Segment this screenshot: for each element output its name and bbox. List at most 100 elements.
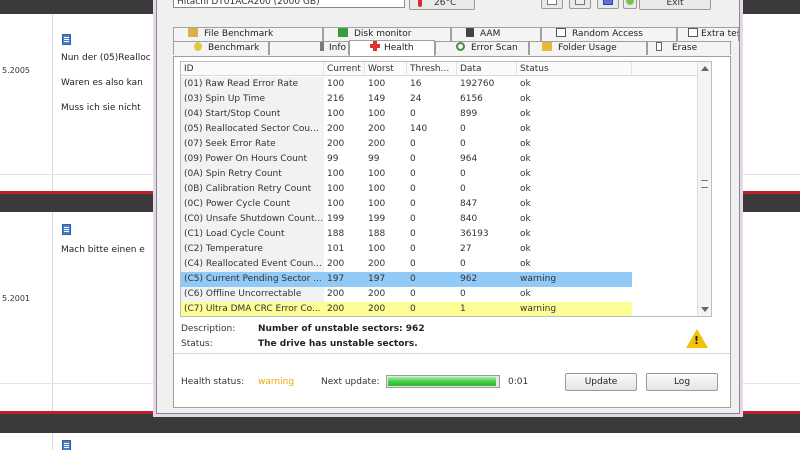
column-header-status[interactable]: Status	[517, 62, 632, 76]
cell-status: ok	[520, 199, 531, 209]
cell-current: 188	[327, 229, 345, 239]
table-row[interactable]: (0C) Power Cycle Count 100 100 0 847 ok	[181, 197, 711, 212]
tab-random-access[interactable]: Random Access	[541, 27, 677, 41]
cell-status: ok	[520, 109, 531, 119]
cell-data: 964	[460, 154, 478, 164]
table-row[interactable]: (C0) Unsafe Shutdown Count... 199 199 0 840 o…	[181, 212, 711, 227]
table-row[interactable]: (C4) Reallocated Event Coun... 200 200 0 0 ok	[181, 257, 711, 272]
tab-benchmark[interactable]: Benchmark	[173, 41, 269, 55]
scroll-up-icon[interactable]	[701, 66, 709, 71]
description-label: Description:	[181, 324, 236, 334]
cell-data: 840	[460, 214, 478, 224]
table-row[interactable]: (0B) Calibration Retry Count 100 100 0 0 ok	[181, 182, 711, 197]
table-row[interactable]: (05) Reallocated Sector Cou... 200 200 140 0…	[181, 122, 711, 137]
magnifier-icon	[456, 42, 465, 51]
table-row[interactable]: (C7) Ultra DMA CRC Error Co... 200 200 0 1 wa…	[181, 302, 711, 316]
tab-extra-tests[interactable]: Extra tests	[677, 27, 739, 41]
column-header-current[interactable]: Current	[324, 62, 365, 76]
tab-disk-monitor[interactable]: Disk monitor	[323, 27, 451, 41]
update-button[interactable]: Update	[565, 373, 637, 391]
cell-current: 101	[327, 244, 345, 254]
cell-worst: 100	[368, 199, 386, 209]
options-button[interactable]	[623, 0, 637, 9]
tab-row-bottom: Benchmark Info Health Error Scan Folder …	[173, 40, 731, 56]
table-row[interactable]: (09) Power On Hours Count 99 99 0 964 ok	[181, 152, 711, 167]
cell-data: 0	[460, 259, 466, 269]
column-header-data[interactable]: Data	[457, 62, 517, 76]
tab-folder-usage[interactable]: Folder Usage	[529, 41, 647, 55]
table-row[interactable]: (0A) Spin Retry Count 100 100 0 0 ok	[181, 167, 711, 182]
scroll-thumb[interactable]	[701, 180, 708, 188]
cell-current: 200	[327, 289, 345, 299]
tab-label: Benchmark	[208, 43, 260, 53]
column-header-threshold[interactable]: Thresh...	[407, 62, 457, 76]
table-row[interactable]: (C2) Temperature 101 100 0 27 ok	[181, 242, 711, 257]
warning-triangle-icon	[686, 329, 708, 348]
cell-id: (C6) Offline Uncorrectable	[181, 287, 324, 302]
table-row[interactable]: (C6) Offline Uncorrectable 200 200 0 0 ok	[181, 287, 711, 302]
table-row[interactable]: (03) Spin Up Time 216 149 24 6156 ok	[181, 92, 711, 107]
cell-status: ok	[520, 94, 531, 104]
cell-worst: 100	[368, 244, 386, 254]
next-update-value: 0:01	[508, 377, 529, 387]
cell-data: 847	[460, 199, 478, 209]
column-header-id[interactable]: ID	[181, 62, 324, 76]
tab-row-top: File Benchmark Disk monitor AAM Random A…	[173, 27, 739, 41]
column-header-worst[interactable]: Worst	[365, 62, 407, 76]
cell-data: 962	[460, 274, 478, 284]
table-row[interactable]: (07) Seek Error Rate 200 200 0 0 ok	[181, 137, 711, 152]
cell-status: ok	[520, 244, 531, 254]
table-vertical-scrollbar[interactable]	[697, 62, 711, 316]
copy-text-button[interactable]	[541, 0, 563, 9]
document-icon[interactable]	[62, 34, 71, 45]
tab-aam[interactable]: AAM	[451, 27, 541, 41]
tab-file-benchmark[interactable]: File Benchmark	[173, 27, 323, 41]
forum-post-header-bar	[0, 411, 800, 433]
copy-icon	[547, 0, 557, 5]
table-row[interactable]: (04) Start/Stop Count 100 100 0 899 ok	[181, 107, 711, 122]
cell-threshold: 0	[410, 214, 416, 224]
log-button[interactable]: Log	[646, 373, 718, 391]
drive-select[interactable]: Hitachi DT01ACA200 (2000 GB)	[173, 0, 405, 8]
health-status-value: warning	[258, 377, 295, 387]
tab-health[interactable]: Health	[349, 40, 435, 56]
table-row[interactable]: (01) Raw Read Error Rate 100 100 16 192760 ok	[181, 77, 711, 92]
tab-label: Error Scan	[471, 43, 518, 53]
cell-worst: 100	[368, 169, 386, 179]
cell-status: ok	[520, 259, 531, 269]
cell-worst: 149	[368, 94, 386, 104]
table-row[interactable]: (C5) Current Pending Sector ... 197 197 0 96…	[181, 272, 711, 287]
cell-threshold: 0	[410, 109, 416, 119]
cell-current: 100	[327, 109, 345, 119]
cell-worst: 197	[368, 274, 386, 284]
document-icon[interactable]	[62, 224, 71, 235]
tab-error-scan[interactable]: Error Scan	[435, 41, 529, 55]
table-row[interactable]: (C1) Load Cycle Count 188 188 0 36193 ok	[181, 227, 711, 242]
hd-tune-window: Hitachi DT01ACA200 (2000 GB) 26°C Exit F…	[156, 0, 740, 414]
scroll-down-icon[interactable]	[701, 307, 709, 312]
cell-threshold: 0	[410, 304, 416, 314]
cell-id: (C1) Load Cycle Count	[181, 227, 324, 242]
smart-attributes-table: ID Current Worst Thresh... Data Status (…	[180, 61, 712, 317]
cell-id: (C5) Current Pending Sector ...	[184, 274, 322, 284]
status-value: The drive has unstable sectors.	[258, 339, 418, 349]
tab-label: Health	[384, 43, 414, 53]
file-benchmark-icon	[188, 28, 198, 37]
post-text-line: Muss ich sie nicht	[61, 103, 141, 113]
cell-worst: 200	[368, 124, 386, 134]
tab-info[interactable]: Info	[269, 41, 349, 55]
folder-icon	[542, 42, 552, 51]
document-icon[interactable]	[62, 440, 71, 450]
cell-id: (07) Seek Error Rate	[181, 137, 324, 152]
cell-worst: 188	[368, 229, 386, 239]
cell-id: (C7) Ultra DMA CRC Error Co...	[184, 304, 321, 314]
speaker-icon	[466, 28, 474, 37]
exit-label: Exit	[666, 0, 684, 8]
erase-icon	[656, 42, 662, 51]
exit-button[interactable]: Exit	[639, 0, 711, 10]
cell-id: (03) Spin Up Time	[181, 92, 324, 107]
tab-erase[interactable]: Erase	[647, 41, 731, 55]
save-button[interactable]	[597, 0, 619, 9]
copy-image-button[interactable]	[569, 0, 591, 9]
cell-data: 192760	[460, 79, 495, 89]
